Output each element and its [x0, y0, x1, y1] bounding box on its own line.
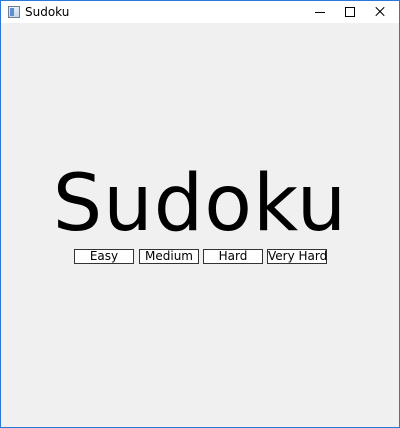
maximize-icon	[345, 7, 355, 17]
minimize-button[interactable]	[305, 1, 335, 23]
title-bar[interactable]: Sudoku	[1, 1, 399, 23]
game-title: Sudoku	[52, 159, 348, 249]
maximize-button[interactable]	[335, 1, 365, 23]
medium-button[interactable]: Medium	[139, 249, 199, 264]
app-window: Sudoku Sudoku Easy Medium Hard Very Hard	[0, 0, 400, 428]
hard-button[interactable]: Hard	[203, 249, 263, 264]
easy-button[interactable]: Easy	[74, 249, 134, 264]
close-button[interactable]	[365, 1, 395, 23]
window-title: Sudoku	[25, 5, 70, 19]
client-area: Sudoku Easy Medium Hard Very Hard	[1, 23, 399, 427]
very-hard-button[interactable]: Very Hard	[267, 249, 327, 264]
app-icon	[8, 6, 20, 18]
minimize-icon	[315, 12, 325, 13]
